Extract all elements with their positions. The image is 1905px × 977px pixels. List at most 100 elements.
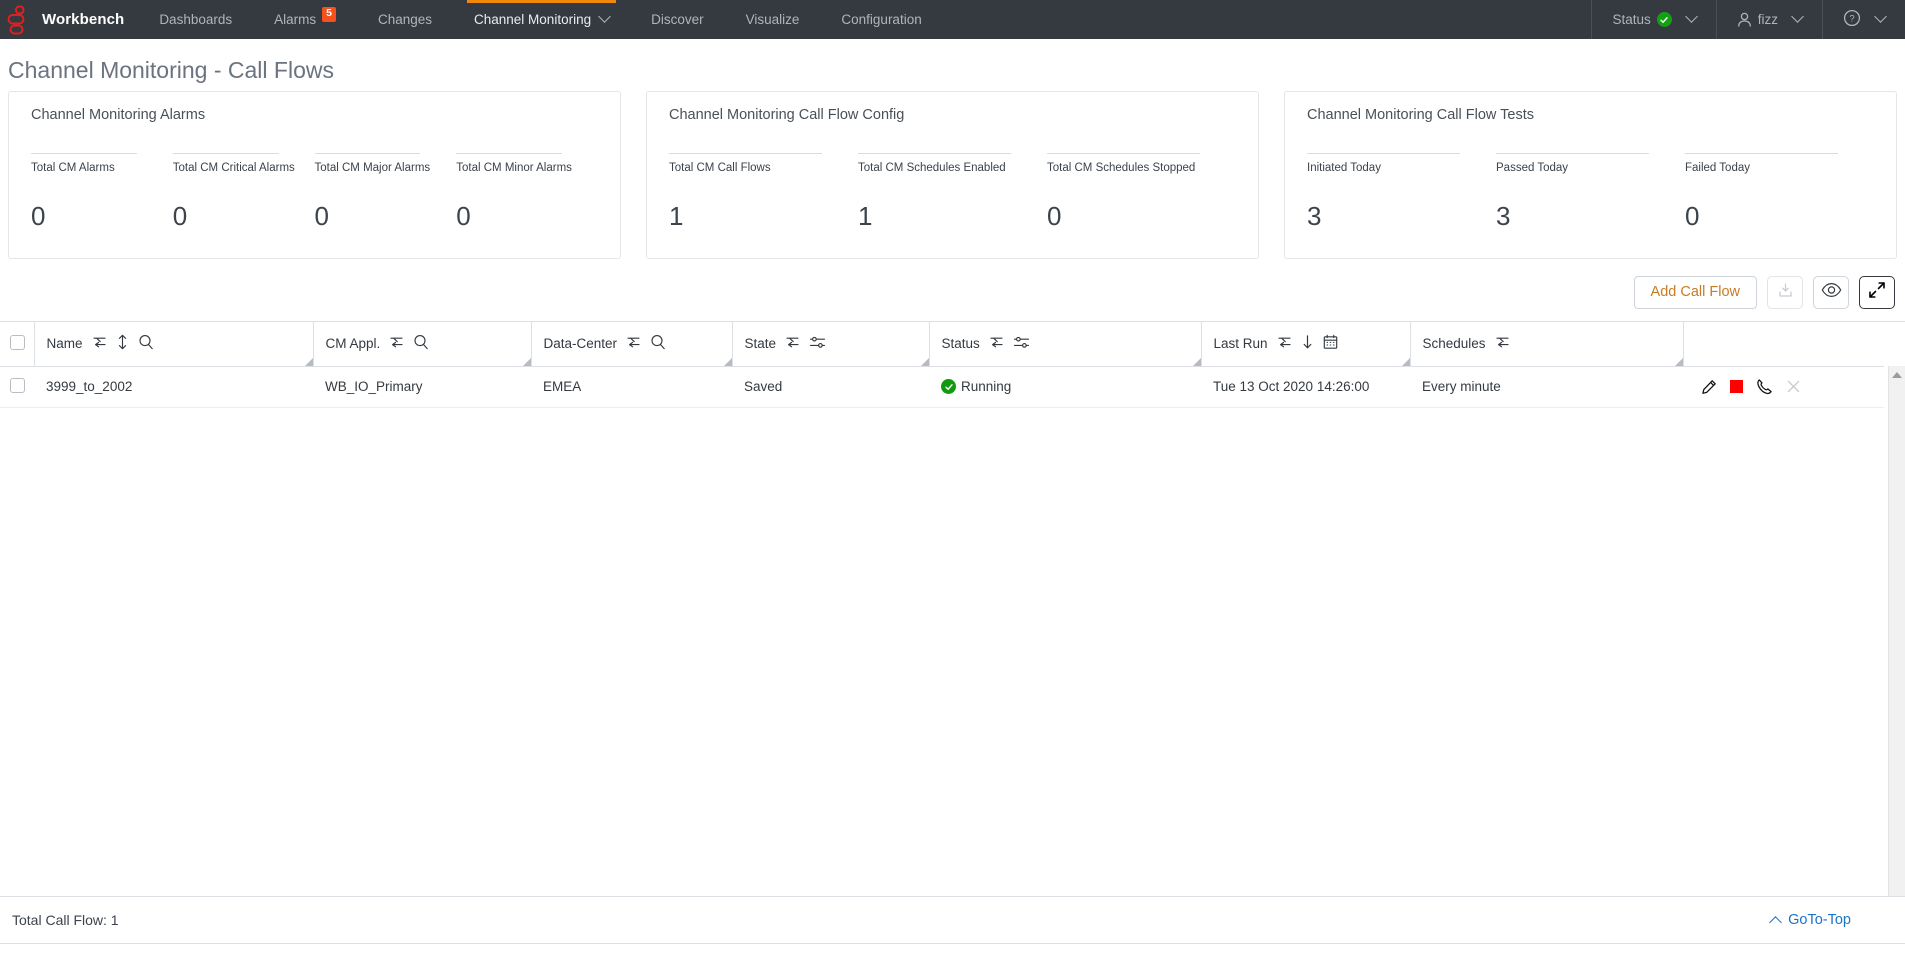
status-running-check-icon xyxy=(941,379,956,394)
header-label: Last Run xyxy=(1213,336,1268,352)
user-name-label: fizz xyxy=(1757,12,1778,27)
page-title: Channel Monitoring - Call Flows xyxy=(8,57,334,83)
nav-item-configuration[interactable]: Configuration xyxy=(820,0,942,39)
add-call-flow-button[interactable]: Add Call Flow xyxy=(1633,275,1757,310)
metric-value: 0 xyxy=(172,201,188,231)
calendar-icon[interactable] xyxy=(1323,334,1338,353)
edit-pencil-icon[interactable] xyxy=(1701,379,1717,395)
chevron-down-icon xyxy=(1874,10,1887,23)
table-row[interactable]: 3999_to_2002 WB_IO_Primary EMEA Saved Ru… xyxy=(0,366,1884,408)
top-navbar: Workbench Dashboards Alarms 5 Changes Ch… xyxy=(0,0,1905,39)
download-tray-icon xyxy=(1777,282,1794,304)
settings-sliders-icon[interactable] xyxy=(1013,335,1030,353)
delete-x-icon[interactable] xyxy=(1786,379,1801,394)
header-last-run[interactable]: Last Run xyxy=(1201,322,1411,367)
nav-item-alarms[interactable]: Alarms 5 xyxy=(253,0,357,39)
card-title: Channel Monitoring Call Flow Config xyxy=(669,107,905,123)
settings-sliders-icon[interactable] xyxy=(809,335,826,353)
metric-divider xyxy=(31,153,137,154)
status-menu[interactable]: Status xyxy=(1591,0,1715,39)
column-resize-handle[interactable] xyxy=(522,357,531,366)
nav-item-changes[interactable]: Changes xyxy=(357,0,453,39)
column-resize-handle[interactable] xyxy=(304,357,313,366)
search-icon[interactable] xyxy=(650,334,666,353)
metric-divider xyxy=(1307,153,1460,154)
metric-total-cm-major-alarms: Total CM Major Alarms 0 xyxy=(314,153,457,232)
filter-icon[interactable] xyxy=(92,335,107,353)
eye-icon xyxy=(1821,282,1842,303)
nav-item-discover[interactable]: Discover xyxy=(630,0,725,39)
header-data-center[interactable]: Data-Center xyxy=(531,322,733,367)
nav-label: Channel Monitoring xyxy=(474,12,592,27)
metric-divider xyxy=(1496,153,1649,154)
metrics-group: Total CM Call Flows 1 Total CM Schedules… xyxy=(669,153,1236,232)
filter-icon[interactable] xyxy=(389,335,404,353)
nav-item-dashboards[interactable]: Dashboards xyxy=(138,0,253,39)
chevron-down-icon xyxy=(1684,10,1698,23)
nav-item-channel-monitoring[interactable]: Channel Monitoring xyxy=(453,0,630,39)
help-menu[interactable]: ? xyxy=(1822,0,1905,39)
sort-desc-icon[interactable] xyxy=(1301,334,1314,353)
metric-value: 0 xyxy=(456,201,471,231)
column-resize-handle[interactable] xyxy=(920,357,929,366)
user-menu[interactable]: fizz xyxy=(1715,0,1822,39)
card-call-flow-tests: Channel Monitoring Call Flow Tests Initi… xyxy=(1284,91,1897,259)
row-checkbox[interactable] xyxy=(10,377,25,393)
fullscreen-button[interactable] xyxy=(1859,276,1895,309)
row-select-cell[interactable] xyxy=(0,366,34,408)
metric-divider xyxy=(669,153,822,154)
search-icon[interactable] xyxy=(413,334,429,353)
column-resize-handle[interactable] xyxy=(1192,357,1201,366)
nav-label: Discover xyxy=(651,12,704,27)
brand-title: Workbench xyxy=(42,11,125,28)
header-label: State xyxy=(744,336,777,352)
column-resize-handle[interactable] xyxy=(723,357,732,366)
header-cm-appl[interactable]: CM Appl. xyxy=(313,322,532,367)
metric-total-cm-call-flows: Total CM Call Flows 1 xyxy=(669,153,858,232)
app-logo[interactable] xyxy=(0,0,38,39)
metric-label: Total CM Critical Alarms xyxy=(172,162,295,174)
cell-status: Running xyxy=(929,366,1201,408)
call-phone-icon[interactable] xyxy=(1756,378,1773,395)
metric-passed-today: Passed Today 3 xyxy=(1496,153,1685,232)
metric-value: 0 xyxy=(1685,201,1700,231)
metric-divider xyxy=(1047,153,1200,154)
header-select-all[interactable] xyxy=(0,322,35,367)
card-title: Channel Monitoring Alarms xyxy=(31,107,206,123)
select-all-checkbox[interactable] xyxy=(10,334,25,350)
download-button[interactable] xyxy=(1767,276,1803,309)
metric-failed-today: Failed Today 0 xyxy=(1685,153,1874,232)
header-label: Status xyxy=(941,336,980,352)
metrics-group: Initiated Today 3 Passed Today 3 Failed … xyxy=(1307,153,1874,232)
goto-top-link[interactable]: GoTo-Top xyxy=(1769,912,1893,929)
cell-schedules: Every minute xyxy=(1410,366,1683,408)
stop-square-icon[interactable] xyxy=(1730,380,1743,393)
nav-item-visualize[interactable]: Visualize xyxy=(725,0,821,39)
metric-label: Total CM Schedules Enabled xyxy=(858,162,1006,174)
column-resize-handle[interactable] xyxy=(1401,357,1410,366)
cell-last-run: Tue 13 Oct 2020 14:26:00 xyxy=(1201,366,1410,408)
filter-icon[interactable] xyxy=(1277,335,1292,353)
column-resize-handle[interactable] xyxy=(1674,357,1683,366)
sort-updown-icon[interactable] xyxy=(116,334,129,353)
filter-icon[interactable] xyxy=(1495,335,1510,353)
filter-icon[interactable] xyxy=(785,335,800,353)
filter-icon[interactable] xyxy=(626,335,641,353)
header-state[interactable]: State xyxy=(732,322,930,367)
metric-divider xyxy=(1685,153,1838,154)
search-icon[interactable] xyxy=(138,334,154,353)
cell-cm-appl: WB_IO_Primary xyxy=(313,366,531,408)
call-flows-table: Name CM Appl. Data-Center State Status L… xyxy=(0,322,1884,408)
table-vertical-scrollbar[interactable] xyxy=(1888,366,1905,896)
metric-value: 0 xyxy=(314,201,329,231)
header-schedules[interactable]: Schedules xyxy=(1410,322,1684,367)
header-name[interactable]: Name xyxy=(34,322,314,367)
table-toolbar: Add Call Flow xyxy=(0,259,1905,321)
chevron-down-icon xyxy=(1791,10,1804,23)
filter-icon[interactable] xyxy=(989,335,1004,353)
scroll-up-arrow-icon[interactable] xyxy=(1892,372,1902,378)
preview-button[interactable] xyxy=(1813,276,1849,309)
header-status[interactable]: Status xyxy=(929,322,1202,367)
cell-row-actions xyxy=(1683,366,1884,408)
metric-label: Total CM Alarms xyxy=(31,162,115,174)
